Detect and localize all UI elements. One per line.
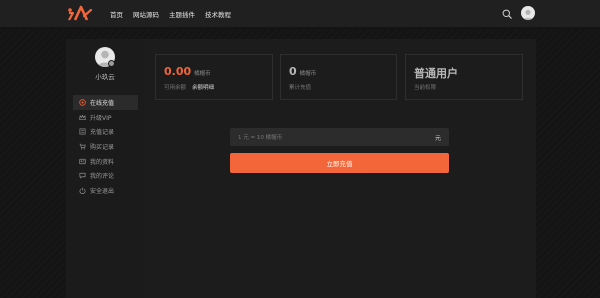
balance-label: 可用余额 [164,85,187,91]
balance-card: 0.00 橘帽币 可用余额 余额明细 [155,54,273,100]
logout-icon [79,187,86,194]
sidebar-item-label: 安全退出 [90,187,115,195]
recharge-amount-input[interactable]: 1 元 = 10 橘帽币 元 [230,128,449,146]
avatar-edit-badge[interactable] [108,60,115,67]
balance-unit: 橘帽币 [194,71,211,77]
sidebar-item-profile[interactable]: 我的资料 [73,154,138,169]
total-recharge-card: 0 橘帽币 累计充值 [280,54,397,100]
nav-theme-plugins[interactable]: 主题插件 [169,9,195,19]
sidebar-item-label: 购买记录 [90,143,115,151]
nav-tutorials[interactable]: 技术教程 [205,9,231,19]
sidebar-item-label: 充值记录 [90,129,115,137]
user-avatar[interactable] [521,6,535,20]
recharge-now-button[interactable]: 立即充值 [230,153,449,173]
sidebar-item-comments[interactable]: 我的评论 [73,168,138,183]
balance-value: 0.00 [164,65,192,78]
recharge-amount-placeholder: 1 元 = 10 橘帽币 [238,135,283,141]
balance-detail-link[interactable]: 余额明细 [192,85,214,91]
sidebar-item-recharge-records[interactable]: 充值记录 [73,124,138,139]
permission-card: 普通用户 当前权限 [405,54,523,100]
total-recharge-value-row: 0 橘帽币 [289,65,316,78]
currency-suffix: 元 [434,134,441,142]
sidebar-item-label: 升级VIP [90,114,112,122]
sidebar-item-label: 我的评论 [90,173,115,181]
sidebar-username: 小玖云 [95,73,115,81]
total-recharge-unit: 橘帽币 [299,71,317,77]
sidebar-item-logout[interactable]: 安全退出 [73,183,138,198]
nav-source-code[interactable]: 网站源码 [133,9,159,19]
sidebar-item-purchase-records[interactable]: 购买记录 [73,139,138,154]
sidebar-item-label: 我的资料 [90,158,115,166]
permission-value: 普通用户 [414,67,458,80]
balance-value-row: 0.00 橘帽币 [164,65,211,78]
total-recharge-caption: 累计充值 [289,83,311,91]
sidebar-item-recharge[interactable]: 在线充值 [73,95,138,110]
coin-icon [79,99,86,106]
search-icon[interactable] [502,9,512,19]
nav-home[interactable]: 首页 [110,9,123,19]
sidebar-item-label: 在线充值 [90,99,115,107]
cart-icon [79,143,86,150]
permission-value-row: 普通用户 [414,65,458,81]
balance-caption: 可用余额 余额明细 [164,83,214,91]
permission-caption: 当前权限 [414,83,436,91]
total-recharge-label: 累计充值 [289,85,312,91]
sidebar-item-vip[interactable]: 升级VIP [73,110,138,125]
main-nav: 首页 网站源码 主题插件 技术教程 [110,0,231,28]
site-logo[interactable] [66,4,94,24]
profile-card-icon [79,158,86,164]
receipt-icon [79,128,86,135]
sidebar-menu: 在线充值 升级VIP 充值记录 购买记录 我的资料 我的评论 安全退出 [73,95,138,198]
total-recharge-value: 0 [289,65,297,78]
comment-icon [79,173,86,179]
crown-icon [79,114,86,120]
permission-label: 当前权限 [414,85,437,91]
